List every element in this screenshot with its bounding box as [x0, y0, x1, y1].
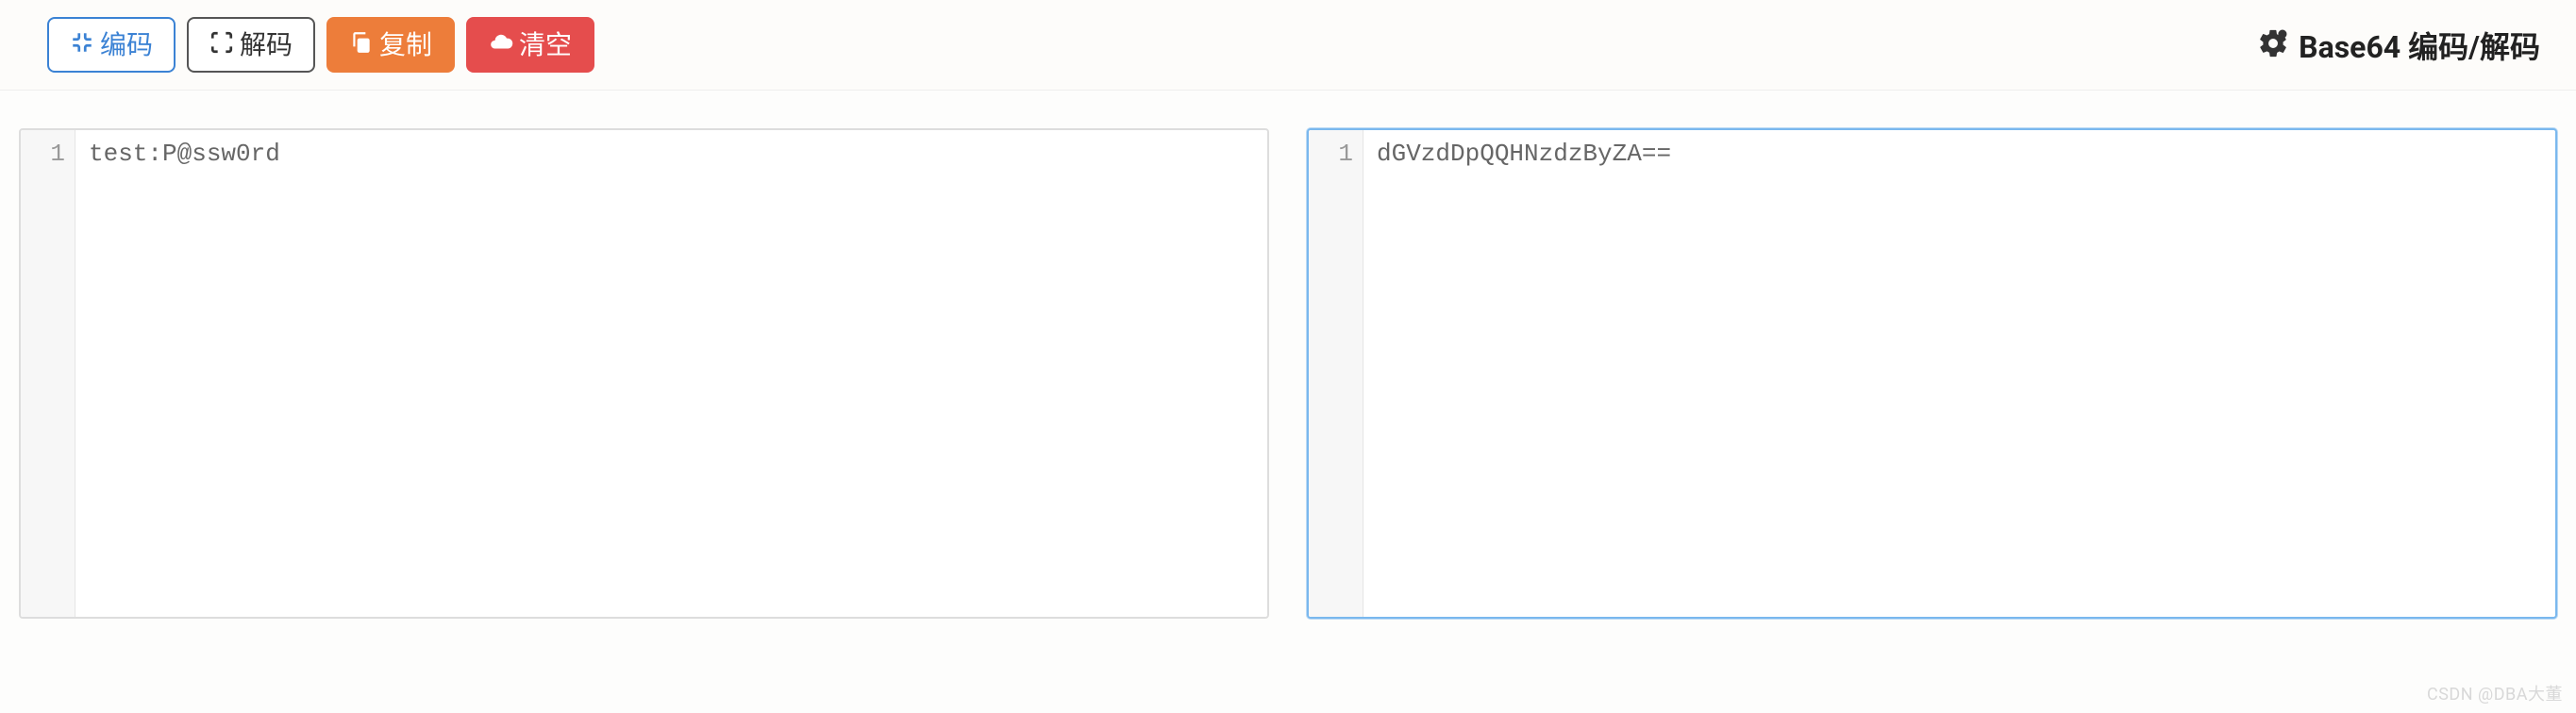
encode-label: 编码 — [100, 32, 153, 58]
copy-button[interactable]: 复制 — [326, 17, 455, 73]
toolbar-title-area: Base64 编码/解码 — [2257, 24, 2550, 67]
maximize-icon — [209, 30, 234, 59]
copy-icon — [349, 30, 374, 59]
left-gutter: 1 — [21, 130, 75, 617]
copy-label: 复制 — [379, 32, 432, 58]
toolbar-buttons: 编码 解码 复制 — [47, 17, 594, 73]
right-editor[interactable]: 1 dGVzdDpQQHNzdzByZA== — [1307, 128, 2557, 619]
toolbar: 编码 解码 复制 — [0, 0, 2576, 91]
page-title: Base64 编码/解码 — [2299, 24, 2540, 67]
watermark: CSDN @DBA大董 — [2427, 681, 2563, 705]
gear-icon[interactable] — [2257, 27, 2289, 63]
decode-label: 解码 — [240, 32, 293, 58]
right-content[interactable]: dGVzdDpQQHNzdzByZA== — [1363, 130, 2555, 617]
clear-button[interactable]: 清空 — [466, 17, 594, 73]
right-gutter: 1 — [1309, 130, 1363, 617]
left-editor[interactable]: 1 test:P@ssw0rd — [19, 128, 1269, 619]
line-number: 1 — [26, 140, 65, 168]
cloud-icon — [489, 30, 513, 59]
editors-container: 1 test:P@ssw0rd 1 dGVzdDpQQHNzdzByZA== — [0, 91, 2576, 638]
left-content[interactable]: test:P@ssw0rd — [75, 130, 1267, 617]
line-number: 1 — [1314, 140, 1353, 168]
clear-label: 清空 — [519, 32, 572, 58]
encode-button[interactable]: 编码 — [47, 17, 176, 73]
decode-button[interactable]: 解码 — [187, 17, 315, 73]
minimize-icon — [70, 30, 94, 59]
